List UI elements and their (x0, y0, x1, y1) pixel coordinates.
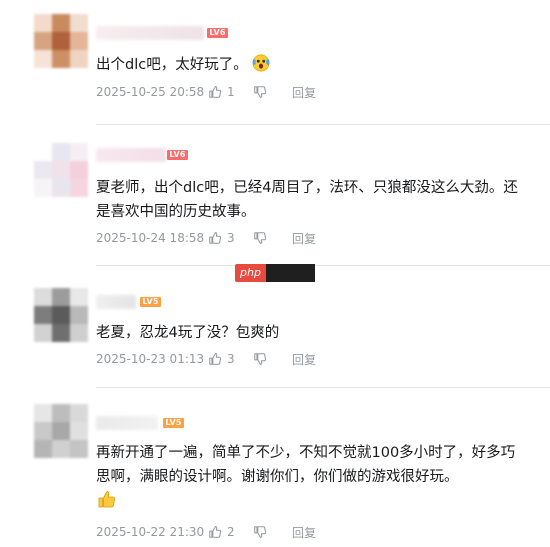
username-blurred[interactable] (96, 295, 136, 309)
avatar[interactable] (34, 288, 88, 342)
like-button[interactable]: 3 (208, 231, 239, 245)
avatar-pixel (34, 14, 52, 32)
avatar-pixel (70, 324, 88, 342)
avatar-pixel (52, 324, 70, 342)
avatar-pixel (34, 179, 52, 197)
level-badge: LV5 (163, 418, 184, 428)
avatar-pixel (34, 404, 52, 422)
avatar[interactable] (34, 143, 88, 197)
reply-button[interactable]: 回复 (292, 351, 316, 368)
thumbs-up-emoji (98, 491, 116, 508)
avatar-pixel (70, 179, 88, 197)
avatar-pixel (52, 440, 70, 458)
like-button[interactable]: 3 (208, 352, 239, 366)
like-count: 3 (227, 231, 235, 245)
comment-time: 2025-10-22 21:30 (96, 525, 205, 539)
comment-meta: 2025-10-24 18:58 3 回复 (96, 230, 316, 246)
thumb-down-icon (254, 526, 267, 538)
avatar[interactable] (34, 404, 88, 458)
like-count: 2 (227, 525, 235, 539)
username-blurred[interactable] (96, 416, 158, 430)
like-count: 3 (227, 352, 235, 366)
avatar-pixel (52, 288, 70, 306)
comment-meta: 2025-10-22 21:30 2 回复 (96, 524, 316, 540)
avatar-pixel (34, 161, 52, 179)
thumb-down-icon (254, 232, 267, 244)
comment-time: 2025-10-24 18:58 (96, 231, 205, 245)
like-button[interactable]: 1 (208, 85, 239, 99)
avatar-pixel (52, 50, 70, 68)
reply-button[interactable]: 回复 (292, 84, 316, 101)
comment-time: 2025-10-25 20:58 (96, 85, 205, 99)
avatar-pixel (34, 50, 52, 68)
comment-meta: 2025-10-25 20:58 1 回复 (96, 84, 316, 100)
comment-text: 老夏，忍龙4玩了没？包爽的 (96, 325, 280, 341)
divider (96, 387, 550, 388)
thumb-up-icon (209, 232, 222, 244)
avatar-pixel (52, 179, 70, 197)
avatar-pixel (70, 288, 88, 306)
avatar-pixel (34, 324, 52, 342)
comment-text: 再新开通了一遍，简单了不少，不知不觉就100多小时了，好多巧思啊，满眼的设计啊。… (96, 441, 526, 514)
avatar-pixel (34, 32, 52, 50)
thumb-down-icon (254, 353, 267, 365)
avatar-pixel (52, 32, 70, 50)
divider (96, 124, 550, 125)
avatar[interactable] (34, 14, 88, 68)
avatar-pixel (70, 161, 88, 179)
reply-button[interactable]: 回复 (292, 524, 316, 541)
comment-text: 出个dlc吧，太好玩了。 (96, 53, 526, 77)
username-blurred[interactable] (96, 26, 204, 40)
thumb-up-icon (209, 526, 222, 538)
avatar-pixel (70, 143, 88, 161)
thumb-up-icon (209, 86, 222, 98)
watermark-block (266, 264, 315, 282)
avatar-pixel (70, 50, 88, 68)
avatar-pixel (34, 422, 52, 440)
comment-time: 2025-10-23 01:13 (96, 352, 205, 366)
level-badge: LV5 (140, 297, 161, 307)
avatar-pixel (34, 143, 52, 161)
avatar-pixel (70, 306, 88, 324)
avatar-pixel (52, 306, 70, 324)
avatar-pixel (70, 404, 88, 422)
dislike-button[interactable] (253, 352, 272, 366)
divider (96, 265, 550, 266)
avatar-pixel (52, 422, 70, 440)
dislike-button[interactable] (253, 85, 272, 99)
avatar-pixel (70, 440, 88, 458)
username-blurred[interactable] (96, 148, 166, 162)
avatar-pixel (52, 14, 70, 32)
like-count: 1 (227, 85, 235, 99)
level-badge: LV6 (167, 150, 188, 160)
avatar-pixel (70, 32, 88, 50)
comment-text: 夏老师，出个dlc吧，已经4周目了，法环、只狼都没这么大劲。还是喜欢中国的历史故… (96, 180, 518, 220)
avatar-pixel (70, 422, 88, 440)
dislike-button[interactable] (253, 231, 272, 245)
thumb-up-icon (209, 353, 222, 365)
watermark-text: php (235, 264, 266, 282)
watermark: php (235, 264, 315, 282)
shocked-face-emoji (252, 54, 270, 72)
thumb-down-icon (254, 86, 267, 98)
avatar-pixel (70, 14, 88, 32)
comment-meta: 2025-10-23 01:13 3 回复 (96, 351, 316, 367)
reply-button[interactable]: 回复 (292, 230, 316, 247)
avatar-pixel (34, 440, 52, 458)
avatar-pixel (34, 306, 52, 324)
dislike-button[interactable] (253, 525, 272, 539)
avatar-pixel (52, 143, 70, 161)
avatar-pixel (52, 161, 70, 179)
level-badge: LV6 (207, 28, 228, 38)
avatar-pixel (52, 404, 70, 422)
like-button[interactable]: 2 (208, 525, 239, 539)
avatar-pixel (34, 288, 52, 306)
